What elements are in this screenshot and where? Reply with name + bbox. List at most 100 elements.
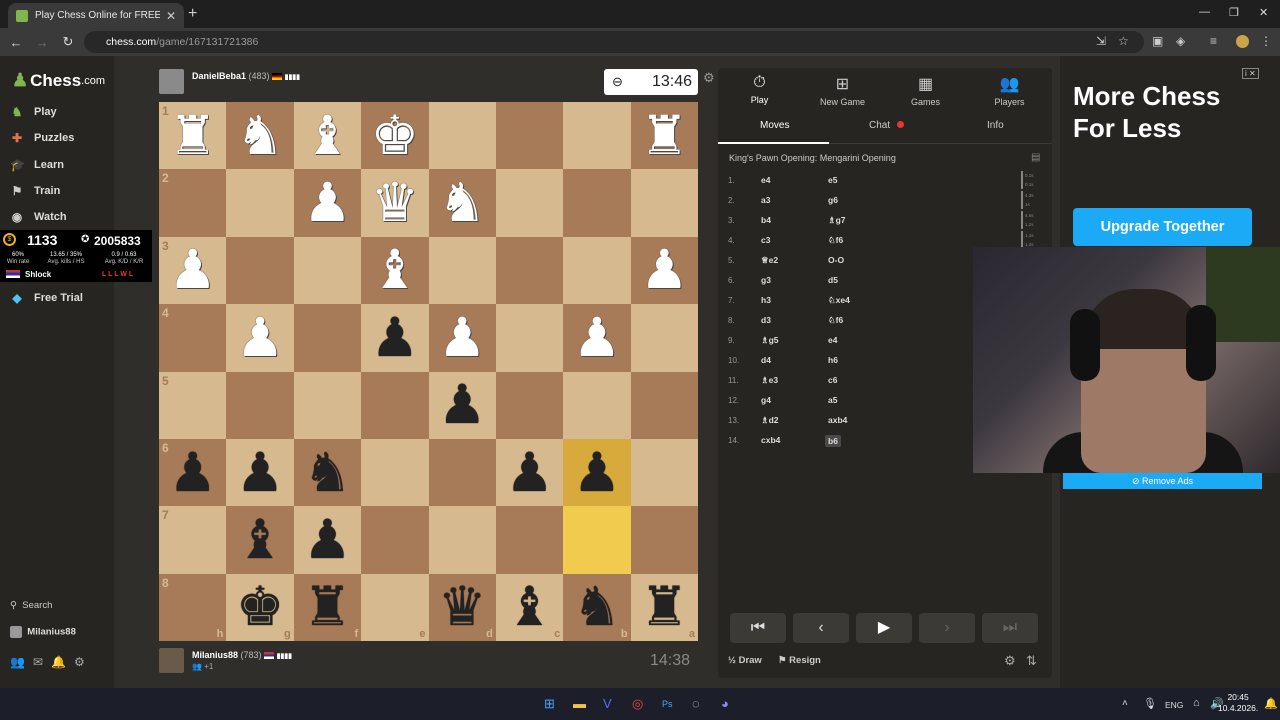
board-square[interactable]: ♟ bbox=[361, 304, 429, 372]
white-knight-piece[interactable]: ♞ bbox=[236, 108, 284, 163]
white-pawn-piece[interactable]: ♟ bbox=[168, 243, 216, 297]
resign-button[interactable]: ⚑ Resign bbox=[778, 655, 821, 666]
black-pawn-piece[interactable]: ♟ bbox=[168, 445, 216, 500]
friends-icon[interactable]: 👥 bbox=[10, 655, 33, 669]
black-pawn-piece[interactable]: ♟ bbox=[303, 512, 351, 567]
back-icon[interactable]: ← bbox=[4, 35, 28, 50]
subtab-info[interactable]: Info bbox=[987, 120, 1004, 131]
board-square[interactable]: ♟ bbox=[293, 506, 362, 574]
board-square[interactable] bbox=[361, 506, 429, 574]
black-bishop-piece[interactable]: ♝ bbox=[505, 580, 553, 634]
board-square[interactable]: g ♚ bbox=[226, 573, 294, 641]
board-square[interactable] bbox=[563, 169, 631, 237]
bell-icon[interactable]: 🔔 bbox=[51, 655, 74, 669]
analysis-icon[interactable]: ⚙ bbox=[1004, 653, 1016, 669]
obs-icon[interactable]: ◌ bbox=[692, 696, 700, 711]
board-square[interactable] bbox=[495, 304, 564, 372]
white-queen-piece[interactable]: ♛ bbox=[371, 176, 419, 230]
photoshop-icon[interactable]: Ps bbox=[662, 699, 673, 709]
board-square[interactable]: ♟ bbox=[293, 169, 362, 237]
board-square[interactable] bbox=[361, 438, 429, 507]
white-pawn-piece[interactable]: ♟ bbox=[303, 176, 351, 230]
sidebar-item-free-trial[interactable]: ◆ Free Trial bbox=[10, 289, 83, 307]
tab-play[interactable]: ⏱ Play bbox=[718, 74, 801, 105]
upgrade-button[interactable]: Upgrade Together bbox=[1073, 208, 1252, 246]
black-move[interactable]: ♘xe4 bbox=[828, 295, 850, 306]
board-square[interactable] bbox=[495, 169, 564, 237]
board-square[interactable] bbox=[630, 169, 698, 237]
black-move[interactable]: ♗g7 bbox=[828, 215, 846, 226]
board-square[interactable]: ♞ bbox=[293, 438, 362, 507]
board-square[interactable] bbox=[495, 506, 564, 574]
white-move[interactable]: e4 bbox=[761, 175, 770, 185]
board-square[interactable]: ♟ bbox=[226, 438, 294, 507]
book-icon[interactable]: ▤ bbox=[1031, 152, 1040, 163]
white-move[interactable]: d4 bbox=[761, 355, 771, 365]
board-square[interactable]: ♟ bbox=[563, 438, 631, 507]
close-window-icon[interactable]: ✕ bbox=[1259, 6, 1268, 19]
board-square[interactable]: ♟ bbox=[630, 236, 698, 305]
sidebar-search[interactable]: ⚲ Search bbox=[10, 600, 52, 611]
board-square[interactable] bbox=[563, 371, 631, 439]
board-square[interactable] bbox=[563, 506, 631, 574]
settings-gear-icon[interactable]: ⚙ bbox=[74, 655, 93, 669]
sidebar-item-watch[interactable]: ◉ Watch bbox=[10, 208, 67, 226]
player-name[interactable]: Milanius88 (783) ▮▮▮▮ bbox=[192, 650, 292, 660]
extension-icon[interactable]: ▣ bbox=[1152, 34, 1163, 48]
black-pawn-piece[interactable]: ♟ bbox=[573, 445, 621, 500]
player-avatar[interactable] bbox=[159, 648, 184, 673]
black-move[interactable]: c6 bbox=[828, 375, 837, 385]
white-move[interactable]: ♗d2 bbox=[761, 415, 779, 426]
board-square[interactable] bbox=[293, 304, 362, 372]
flip-board-icon[interactable]: ⇅ bbox=[1026, 653, 1037, 669]
chess-board[interactable]: 1 ♜ ♞ ♝ ♚ ♜ 2 ♟ ♛ ♞ 3 ♟ ♝ ♟ 4 ♟ ♟ ♟ ♟ 5 ♟ 6 ♟ ♟ ♞ ♟ ♟ 7 ♝ ♟ 8 h g ♚ f ♜ e d ♛ c… bbox=[159, 102, 698, 641]
vscode-icon[interactable]: V bbox=[603, 696, 612, 711]
sidebar-item-play[interactable]: ♞ Play bbox=[10, 103, 57, 121]
bookmark-star-icon[interactable]: ☆ bbox=[1118, 34, 1129, 48]
subtab-moves[interactable]: Moves bbox=[760, 120, 789, 131]
board-square[interactable] bbox=[563, 102, 631, 170]
maximize-icon[interactable]: ❐ bbox=[1229, 6, 1239, 19]
black-move[interactable]: h6 bbox=[828, 355, 838, 365]
white-move[interactable]: b4 bbox=[761, 215, 771, 225]
tray-up-icon[interactable]: ˄ bbox=[1122, 698, 1128, 709]
black-pawn-piece[interactable]: ♟ bbox=[236, 445, 284, 500]
white-move[interactable]: cxb4 bbox=[761, 435, 780, 445]
white-move[interactable]: h3 bbox=[761, 295, 771, 305]
white-pawn-piece[interactable]: ♟ bbox=[640, 243, 688, 297]
board-square[interactable]: ♚ bbox=[361, 102, 429, 170]
black-pawn-piece[interactable]: ♟ bbox=[371, 310, 419, 365]
black-move[interactable]: e4 bbox=[828, 335, 837, 345]
board-square[interactable] bbox=[563, 236, 631, 305]
black-pawn-piece[interactable]: ♟ bbox=[438, 378, 486, 432]
board-square[interactable]: c ♝ bbox=[495, 573, 564, 641]
board-square[interactable] bbox=[226, 371, 294, 439]
last-move-button[interactable]: ⏭ bbox=[982, 613, 1038, 643]
board-square[interactable] bbox=[630, 506, 698, 574]
white-move[interactable]: ♗e3 bbox=[761, 375, 778, 386]
board-square[interactable]: 8h bbox=[159, 573, 227, 641]
ad-info-icon[interactable]: i ✕ bbox=[1242, 68, 1259, 79]
white-move[interactable]: ♗g5 bbox=[761, 335, 779, 346]
board-square[interactable]: a ♜ bbox=[630, 573, 698, 641]
reload-icon[interactable]: ↻ bbox=[56, 34, 80, 50]
taskbar-clock[interactable]: 20:45 10.4.2026. bbox=[1218, 692, 1258, 714]
board-square[interactable] bbox=[226, 236, 294, 305]
board-square[interactable]: 7 bbox=[159, 506, 227, 574]
board-square[interactable] bbox=[495, 371, 564, 439]
white-rook-piece[interactable]: ♜ bbox=[640, 108, 688, 163]
chesscom-logo[interactable]: ♟ Chess .com bbox=[12, 70, 105, 91]
draw-button[interactable]: ½ Draw bbox=[728, 655, 762, 666]
board-square[interactable]: d ♛ bbox=[428, 573, 496, 641]
board-square[interactable]: 2 bbox=[159, 169, 227, 237]
opponent-avatar[interactable] bbox=[159, 69, 184, 94]
next-move-button[interactable]: › bbox=[919, 613, 975, 643]
board-square[interactable]: ♟ bbox=[428, 304, 496, 372]
sidebar-item-puzzles[interactable]: ✚ Puzzles bbox=[10, 129, 74, 147]
board-square[interactable]: 3 ♟ bbox=[159, 236, 227, 305]
black-move[interactable]: b6 bbox=[825, 435, 841, 447]
file-explorer-icon[interactable]: ▬ bbox=[573, 696, 586, 711]
white-pawn-piece[interactable]: ♟ bbox=[573, 310, 621, 365]
board-square[interactable]: ♟ bbox=[428, 371, 496, 439]
black-bishop-piece[interactable]: ♝ bbox=[236, 512, 284, 567]
